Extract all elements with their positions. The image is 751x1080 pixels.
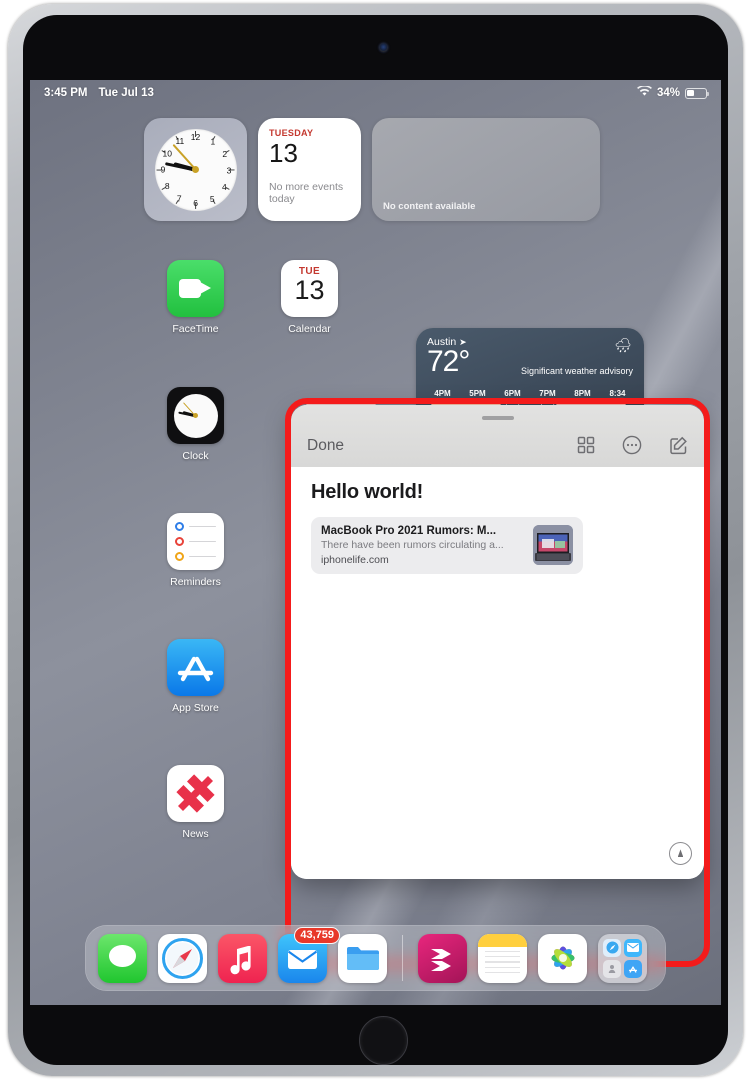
link-card-text: MacBook Pro 2021 Rumors: M... There have… bbox=[321, 525, 524, 566]
dock-item-shortcuts[interactable] bbox=[418, 933, 468, 983]
app-label: Calendar bbox=[288, 323, 331, 335]
clock-center-pin bbox=[192, 166, 199, 173]
facetime-icon bbox=[167, 260, 224, 317]
weather-hour-time: 7PM bbox=[539, 389, 556, 399]
clock-widget[interactable]: 12 1 2 3 4 5 6 7 8 9 10 11 bbox=[144, 118, 247, 221]
weather-advisory: Significant weather advisory bbox=[520, 366, 633, 376]
more-options-icon[interactable] bbox=[622, 435, 642, 455]
clock-numeral: 12 bbox=[190, 131, 201, 142]
status-bar-left: 3:45 PM Tue Jul 13 bbox=[44, 87, 154, 99]
clock-numeral: 5 bbox=[209, 193, 215, 204]
calendar-icon-day: 13 bbox=[294, 275, 325, 305]
grid-view-icon[interactable] bbox=[577, 436, 595, 454]
app-icon-facetime[interactable]: FaceTime bbox=[144, 260, 247, 335]
app-label: Clock bbox=[182, 450, 209, 462]
battery-percent: 34% bbox=[656, 87, 680, 99]
empty-widget[interactable]: No content available bbox=[372, 118, 600, 221]
ipad-screen: 3:45 PM Tue Jul 13 34% 12 1 2 3 4 5 6 7 … bbox=[30, 80, 721, 1005]
clock-face: 12 1 2 3 4 5 6 7 8 9 10 11 bbox=[154, 128, 237, 211]
app-icon-reminders[interactable]: Reminders bbox=[144, 513, 247, 588]
notes-toolbar-icons bbox=[577, 435, 688, 455]
markup-pen-icon[interactable] bbox=[669, 842, 692, 865]
app-icon-app-store[interactable]: App Store bbox=[144, 639, 247, 714]
status-bar-right: 34% bbox=[637, 85, 710, 100]
home-button[interactable] bbox=[359, 1016, 408, 1065]
status-time: 3:45 PM bbox=[44, 87, 88, 99]
dock-item-safari[interactable] bbox=[158, 933, 207, 983]
note-body[interactable]: Hello world! MacBook Pro 2021 Rumors: M.… bbox=[291, 467, 704, 879]
clock-numeral: 6 bbox=[193, 197, 198, 208]
dock-item-files[interactable] bbox=[338, 933, 387, 983]
rain-cloud-icon: 🌧 bbox=[614, 337, 632, 353]
link-card-title: MacBook Pro 2021 Rumors: M... bbox=[321, 525, 497, 537]
done-button[interactable]: Done bbox=[307, 437, 344, 455]
mini-app-store-icon bbox=[624, 960, 643, 978]
battery-icon bbox=[685, 87, 710, 99]
mini-mail-icon bbox=[624, 938, 643, 957]
reminders-icon bbox=[167, 513, 224, 570]
dock: 43,759 bbox=[85, 925, 666, 991]
mini-safari-icon bbox=[603, 938, 622, 957]
mini-podcasts-icon bbox=[603, 960, 622, 978]
compose-icon[interactable] bbox=[669, 436, 688, 455]
link-card-description: There have been rumors circulating a... bbox=[321, 539, 504, 551]
link-preview-card[interactable]: MacBook Pro 2021 Rumors: M... There have… bbox=[311, 517, 583, 574]
clock-numeral: 8 bbox=[164, 181, 170, 192]
dock-item-recent-apps[interactable] bbox=[598, 933, 648, 983]
clock-numeral: 3 bbox=[226, 164, 231, 175]
app-label: FaceTime bbox=[172, 323, 219, 335]
dock-divider bbox=[402, 935, 404, 981]
clock-numeral: 4 bbox=[221, 180, 227, 191]
dock-item-mail[interactable]: 43,759 bbox=[278, 926, 340, 983]
calendar-icon: TUE 13 bbox=[281, 260, 338, 317]
app-icon-clock[interactable]: Clock bbox=[144, 387, 247, 462]
app-label: Reminders bbox=[170, 576, 221, 588]
clock-icon bbox=[167, 387, 224, 444]
notes-toolbar: Done bbox=[291, 405, 704, 467]
clock-numeral: 7 bbox=[176, 193, 182, 204]
link-card-url: iphonelife.com bbox=[321, 554, 389, 566]
clock-numeral: 1 bbox=[209, 135, 215, 146]
ipad-device: 3:45 PM Tue Jul 13 34% 12 1 2 3 4 5 6 7 … bbox=[8, 4, 743, 1076]
calendar-widget-day: 13 bbox=[269, 138, 298, 168]
wifi-icon bbox=[637, 85, 652, 100]
dock-item-messages[interactable] bbox=[98, 933, 147, 983]
calendar-widget[interactable]: TUESDAY 13 No more events today bbox=[258, 118, 361, 221]
status-date: Tue Jul 13 bbox=[98, 87, 154, 99]
status-bar: 3:45 PM Tue Jul 13 34% bbox=[30, 80, 721, 106]
calendar-widget-subtitle: No more events today bbox=[269, 180, 344, 206]
macbook-thumbnail bbox=[533, 525, 573, 565]
calendar-widget-dow: TUESDAY bbox=[269, 128, 314, 138]
front-camera-icon bbox=[379, 43, 388, 52]
app-icon-calendar[interactable]: TUE 13 Calendar bbox=[258, 260, 361, 335]
empty-widget-text: No content available bbox=[383, 201, 476, 212]
app-icon-news[interactable]: News bbox=[144, 765, 247, 840]
notes-slide-over-panel[interactable]: Done Hello world! MacBook Pro 2021 Rumor… bbox=[291, 405, 704, 879]
clock-numeral: 2 bbox=[221, 147, 227, 158]
clock-numeral: 10 bbox=[162, 148, 172, 158]
news-icon bbox=[167, 765, 224, 822]
clock-icon-face bbox=[173, 393, 218, 438]
dock-item-notes[interactable] bbox=[478, 933, 528, 983]
app-label: App Store bbox=[172, 702, 219, 714]
note-title: Hello world! bbox=[311, 481, 424, 503]
app-label: News bbox=[182, 828, 209, 840]
dock-item-music[interactable] bbox=[218, 933, 267, 983]
widget-row-top: 12 1 2 3 4 5 6 7 8 9 10 11 TUESDAY 13 No… bbox=[144, 118, 600, 221]
app-store-icon bbox=[167, 639, 224, 696]
weather-hour-time: 6PM bbox=[504, 389, 521, 399]
dock-item-photos[interactable] bbox=[538, 933, 588, 983]
drag-grabber-handle[interactable] bbox=[481, 416, 514, 420]
mail-badge: 43,759 bbox=[294, 926, 340, 944]
